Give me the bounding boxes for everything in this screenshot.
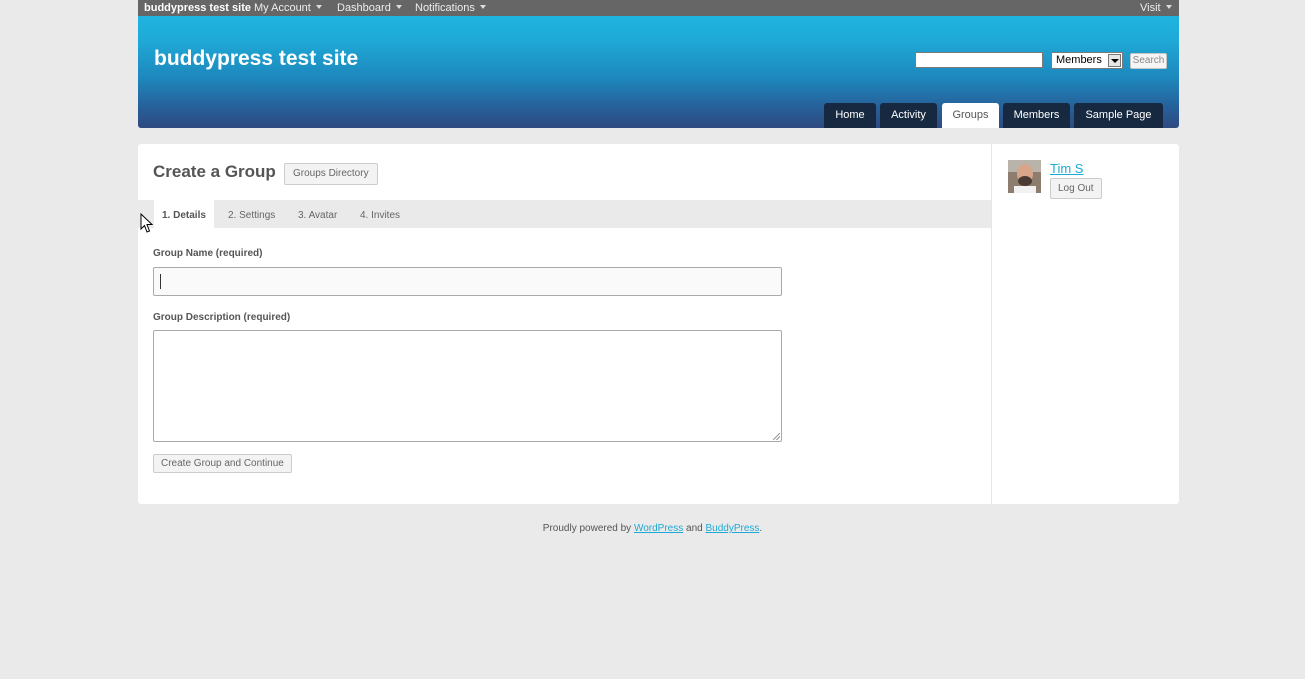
search-input[interactable] (915, 52, 1043, 68)
admin-bar-my-account[interactable]: My Account (254, 0, 322, 16)
admin-bar-notifications[interactable]: Notifications (415, 0, 486, 16)
step-avatar[interactable]: 3. Avatar (298, 200, 337, 228)
user-name-link[interactable]: Tim S (1050, 161, 1083, 176)
wordpress-link[interactable]: WordPress (634, 523, 683, 534)
tab-sample-page[interactable]: Sample Page (1074, 103, 1163, 128)
caret-down-icon (395, 5, 402, 10)
avatar-image (1008, 160, 1041, 193)
admin-bar-dashboard[interactable]: Dashboard (337, 0, 402, 16)
footer-middle: and (683, 523, 706, 534)
page-title: Create a Group (153, 162, 276, 181)
tab-members[interactable]: Members (1003, 103, 1070, 128)
groups-directory-button[interactable]: Groups Directory (284, 163, 378, 185)
buddypress-link[interactable]: BuddyPress (706, 523, 760, 534)
footer: Proudly powered by WordPress and BuddyPr… (0, 523, 1305, 534)
site-title[interactable]: buddypress test site (154, 47, 358, 71)
group-description-label: Group Description (required) (153, 312, 291, 323)
logout-button[interactable]: Log Out (1050, 178, 1102, 199)
mouse-pointer-icon (140, 213, 153, 233)
caret-down-icon (479, 5, 486, 10)
resize-grip-icon[interactable] (773, 433, 780, 440)
admin-bar: buddypress test site My Account Dashboar… (138, 0, 1179, 16)
step-settings[interactable]: 2. Settings (228, 200, 275, 228)
text-caret (160, 274, 161, 289)
site-header: buddypress test site Members Search Home… (138, 16, 1179, 128)
caret-down-icon (315, 5, 322, 10)
search-button[interactable]: Search (1130, 53, 1167, 69)
admin-bar-dashboard-label: Dashboard (337, 2, 391, 14)
avatar[interactable] (1008, 160, 1041, 193)
tab-groups[interactable]: Groups (942, 103, 999, 128)
create-group-continue-button[interactable]: Create Group and Continue (153, 454, 292, 473)
group-description-field[interactable] (153, 330, 782, 442)
step-invites[interactable]: 4. Invites (360, 200, 400, 228)
step-details[interactable]: 1. Details (154, 200, 214, 228)
tab-activity[interactable]: Activity (880, 103, 937, 128)
chevron-down-icon (1111, 59, 1119, 63)
group-name-label: Group Name (required) (153, 248, 263, 259)
select-dropdown-button[interactable] (1108, 54, 1121, 67)
sidebar-divider (991, 144, 992, 504)
admin-bar-my-account-label: My Account (254, 2, 311, 14)
admin-bar-site-name[interactable]: buddypress test site (144, 0, 251, 16)
footer-prefix: Proudly powered by (542, 523, 634, 534)
admin-bar-notifications-label: Notifications (415, 2, 475, 14)
admin-bar-visit[interactable]: Visit (1140, 0, 1172, 16)
group-name-field[interactable] (153, 267, 782, 296)
search-type-value: Members (1056, 54, 1102, 66)
caret-down-icon (1165, 5, 1172, 10)
tab-home[interactable]: Home (824, 103, 876, 128)
footer-suffix: . (759, 523, 763, 534)
main-container: Create a Group Groups Directory 1. Detai… (138, 144, 1179, 504)
create-steps-bar: 1. Details 2. Settings 3. Avatar 4. Invi… (138, 200, 991, 228)
admin-bar-visit-label: Visit (1140, 2, 1161, 14)
search-type-select[interactable]: Members (1051, 52, 1123, 69)
